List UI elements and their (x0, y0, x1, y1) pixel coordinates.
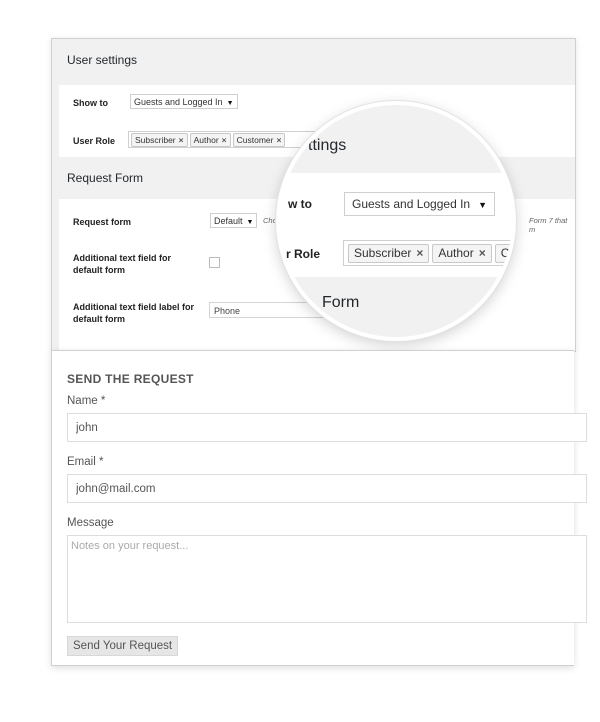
magnified-form-title: Form (322, 294, 360, 311)
email-input[interactable] (67, 474, 587, 503)
form-title: SEND THE REQUEST (67, 372, 194, 386)
remove-icon[interactable]: × (416, 246, 423, 260)
send-request-button[interactable]: Send Your Request (67, 636, 179, 656)
role-tag-subscriber: Subscriber × (131, 133, 188, 147)
remove-icon[interactable]: × (479, 246, 486, 260)
additional-field-label: Additional text field for default form (73, 253, 171, 275)
user-role-tagbox[interactable]: Subscriber × Author × Customer × (128, 131, 328, 148)
magnified-user-role-tagbox[interactable]: Subscriber×Author×Cus (343, 240, 512, 266)
magnified-role-tag-subscriber: Subscriber × (348, 244, 430, 263)
name-input[interactable] (67, 413, 587, 442)
chevron-down-icon: ▼ (246, 219, 254, 226)
additional-field-checkbox[interactable] (209, 257, 220, 268)
user-settings-title: User settings (67, 53, 138, 67)
magnified-settings-title: ttings (308, 137, 347, 154)
request-form-card: SEND THE REQUEST Name * Email * Message … (51, 350, 587, 666)
request-form-value: Default (214, 216, 243, 226)
magnifier-lens: ttings w to Guests and Logged In ▼ r Role… (276, 101, 516, 341)
request-form-hint-right: Form 7 that m (529, 216, 568, 234)
show-to-label: Show to (73, 98, 108, 108)
magnified-show-to-label: w to (288, 197, 312, 211)
request-form-label: Request form (73, 217, 132, 227)
show-to-value: Guests and Logged In (134, 97, 223, 107)
message-label: Message (67, 517, 114, 529)
request-form-title: Request Form (67, 171, 144, 185)
magnified-user-role-label: r Role (286, 247, 321, 261)
chevron-down-icon: ▼ (478, 200, 488, 210)
remove-icon[interactable]: × (222, 135, 227, 145)
user-role-label: User Role (73, 136, 116, 146)
chevron-down-icon: ▼ (226, 100, 234, 107)
message-textarea[interactable]: Notes on your request... (67, 535, 587, 623)
magnified-settings-box: w to Guests and Logged In ▼ r Role Subscr… (280, 173, 512, 277)
additional-label-input[interactable]: Phone (209, 302, 324, 318)
magnified-role-tag-author: Author × (432, 244, 492, 263)
role-tag-customer: Customer × (232, 133, 286, 147)
show-to-select[interactable]: Guests and Logged In ▼ (130, 94, 238, 109)
request-form-select[interactable]: Default ▼ (210, 213, 258, 228)
role-tag-author: Author × (189, 133, 231, 147)
remove-icon[interactable]: × (276, 135, 281, 145)
magnified-show-to-select[interactable]: Guests and Logged In ▼ (344, 192, 496, 216)
email-label: Email * (67, 456, 104, 468)
name-label: Name * (67, 395, 106, 407)
additional-label-label: Additional text field label for default … (73, 302, 195, 324)
remove-icon[interactable]: × (179, 135, 184, 145)
